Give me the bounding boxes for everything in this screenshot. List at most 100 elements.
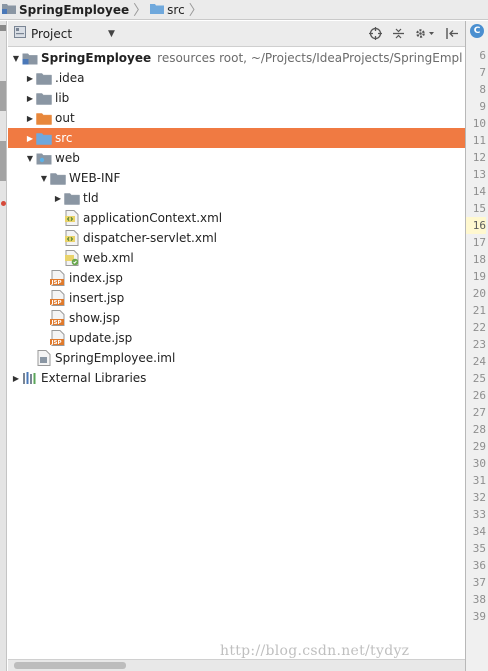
line-number: 31 [472,474,486,487]
tree-item-label: src [55,131,73,145]
tree-item[interactable]: ▼ WEB-INF [8,168,465,188]
tree-item-label: index.jsp [69,271,123,285]
line-number: 27 [472,406,486,419]
collapse-arrow-icon[interactable]: ▶ [10,368,22,388]
jsp-file-icon: JSP [50,330,66,346]
line-number: 15 [472,202,486,215]
line-number: 29 [472,440,486,453]
line-number: 16 [466,217,486,234]
tree-item-label: dispatcher-servlet.xml [83,231,217,245]
svg-text:JSP: JSP [51,300,62,306]
tree-item[interactable]: JSP insert.jsp [8,288,465,308]
line-number: 9 [479,100,486,113]
tree-item-label: applicationContext.xml [83,211,223,225]
tree-item[interactable]: ▶ .idea [8,68,465,88]
collapse-arrow-icon[interactable]: ▶ [24,88,36,108]
collapse-arrow-icon[interactable]: ▶ [24,108,36,128]
breadcrumb-folder[interactable]: src [150,0,185,20]
tree-item-label: .idea [55,71,85,85]
line-number: 30 [472,457,486,470]
expand-arrow-icon[interactable]: ▼ [10,48,22,68]
arrow-spacer [24,348,36,368]
tree-item[interactable]: ▶ tld [8,188,465,208]
line-number: 28 [472,423,486,436]
line-number: 25 [472,372,486,385]
line-number: 18 [472,253,486,266]
line-number: 12 [472,151,486,164]
project-tree[interactable]: ▼ SpringEmployee resources root, ~/Project… [8,48,465,653]
tree-item-label: insert.jsp [69,291,125,305]
tree-item[interactable]: ▶ src [8,128,465,148]
arrow-spacer [52,228,64,248]
view-selector[interactable]: Project [14,26,112,41]
iml-file-icon [36,350,52,366]
tree-item[interactable]: JSP update.jsp [8,328,465,348]
tree-item[interactable]: JSP index.jsp [8,268,465,288]
tree-item-label: web.xml [83,251,134,265]
tree-item[interactable]: ▼ web [8,148,465,168]
folder-icon [36,90,52,106]
xml-file-icon [64,230,80,246]
line-number: 36 [472,559,486,572]
project-view-icon [14,26,26,41]
line-number: 11 [472,134,486,147]
line-number: 10 [472,117,486,130]
xml-file-icon [64,210,80,226]
scrollbar-thumb[interactable] [14,662,126,669]
target-icon[interactable] [368,27,382,41]
tree-item[interactable]: ▶ lib [8,88,465,108]
tool-window-actions [368,27,459,41]
line-number: 20 [472,287,486,300]
hide-panel-icon[interactable] [445,27,459,41]
arrow-spacer [38,328,50,348]
arrow-spacer [38,268,50,288]
module-folder-icon [2,2,16,17]
tree-item[interactable]: SpringEmployee.iml [8,348,465,368]
tree-item-label: out [55,111,75,125]
class-file-tab-icon[interactable]: C [470,24,484,38]
collapse-arrow-icon[interactable]: ▶ [52,188,64,208]
tree-item[interactable]: JSP show.jsp [8,308,465,328]
line-number: 23 [472,338,486,351]
tree-item-label: WEB-INF [69,171,121,185]
notification-dot-icon [1,201,6,206]
excluded-folder-icon [36,110,52,126]
folder-icon [50,170,66,186]
chevron-right-icon: 〉 [188,2,203,19]
project-tool-icon[interactable] [0,25,6,31]
expand-arrow-icon[interactable]: ▼ [38,168,50,188]
line-number: 39 [472,610,486,623]
jsp-file-icon: JSP [50,310,66,326]
line-number: 19 [472,270,486,283]
gear-icon[interactable] [414,27,436,41]
tree-item[interactable]: dispatcher-servlet.xml [8,228,465,248]
tree-item[interactable]: ▶ out [8,108,465,128]
favorites-tool-tab[interactable] [0,141,6,181]
tree-item-meta: resources root, ~/Projects/IdeaProjects/… [157,51,463,65]
tree-item-label: web [55,151,80,165]
tree-item[interactable]: ▶ External Libraries [8,368,465,388]
watermark-text: http://blog.csdn.net/tydyz [220,643,410,659]
expand-arrow-icon[interactable]: ▼ [24,148,36,168]
collapse-all-icon[interactable] [391,27,405,41]
svg-text:JSP: JSP [51,340,62,346]
line-number: 8 [479,83,486,96]
svg-text:JSP: JSP [51,320,62,326]
tree-item-label: show.jsp [69,311,120,325]
breadcrumb-project[interactable]: SpringEmployee [2,0,129,20]
tree-item[interactable]: web.xml [8,248,465,268]
tree-item[interactable]: applicationContext.xml [8,208,465,228]
tree-item-label: update.jsp [69,331,133,345]
svg-text:JSP: JSP [51,280,62,286]
tree-item[interactable]: ▼ SpringEmployee resources root, ~/Project… [8,48,465,68]
tree-item-label: SpringEmployee [41,51,152,65]
project-tool-window-header: Project ▼ [8,21,465,47]
structure-tool-tab[interactable] [0,81,6,111]
source-folder-icon [36,130,52,146]
chevron-down-icon[interactable]: ▼ [108,29,115,39]
line-number: 24 [472,355,486,368]
left-tool-strip[interactable] [0,21,7,671]
tree-item-label: lib [55,91,70,105]
collapse-arrow-icon[interactable]: ▶ [24,68,36,88]
collapse-arrow-icon[interactable]: ▶ [24,128,36,148]
